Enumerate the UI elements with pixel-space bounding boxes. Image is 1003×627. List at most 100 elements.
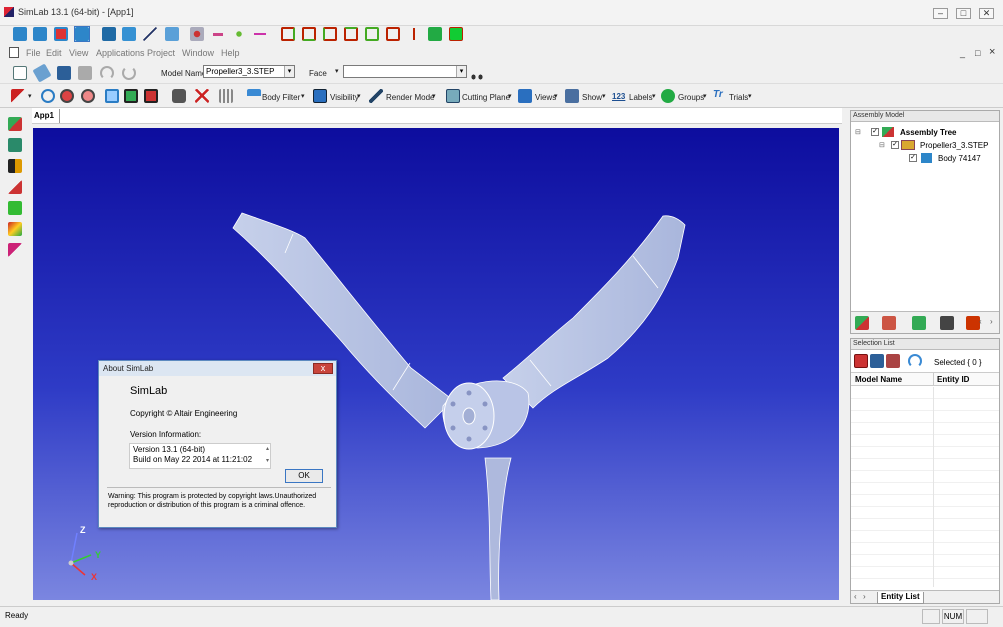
properties-tab-icon[interactable] [881,315,897,331]
settings-tab-icon[interactable] [939,315,955,331]
groups-button[interactable]: Groups [678,93,704,102]
assembly-tab-icon[interactable] [854,315,870,331]
undo-icon[interactable] [99,65,115,81]
tree-checkbox[interactable]: ✓ [891,141,899,149]
solid-select-icon[interactable] [164,26,180,42]
open-file-icon[interactable] [32,63,52,83]
menu-help[interactable]: Help [221,48,240,58]
mdi-close-button[interactable]: × [989,46,995,58]
scroll-left-icon[interactable]: ‹ [854,592,857,601]
filter-2-icon[interactable] [301,26,317,42]
rotate-icon[interactable] [40,88,56,104]
zoom-area-icon[interactable] [80,88,96,104]
tree-item-assembly[interactable]: Assembly Tree [900,128,956,137]
body-select-icon[interactable] [12,26,28,42]
face-type-dropdown[interactable]: ▾ [335,67,339,75]
tree-item-body[interactable]: Body 74147 [938,154,981,163]
model-name-combo[interactable]: Propeller3_3.STEP ▾ [203,65,295,78]
tree-checkbox[interactable]: ✓ [909,154,917,162]
mdi-minimize-button[interactable]: _ [960,48,965,58]
restore-button[interactable]: □ [956,8,971,19]
delete-selection-icon[interactable] [853,353,869,369]
views-icon[interactable] [517,88,533,104]
minimize-button[interactable]: – [933,8,948,19]
face-select-icon[interactable] [32,26,48,42]
zoom-icon[interactable] [59,88,75,104]
scroll-right-icon[interactable]: › [863,592,866,601]
select-arrow-icon[interactable] [10,88,26,104]
edge-select-icon[interactable] [53,26,69,42]
fit-view-icon[interactable] [104,88,120,104]
body-filter-button[interactable]: Body Filter [262,93,300,102]
groups-icon[interactable] [660,88,676,104]
mountain-icon[interactable] [7,179,23,195]
green-body-2-icon[interactable] [448,26,464,42]
column-entity-id[interactable]: Entity ID [937,375,969,384]
building-icon[interactable] [7,158,23,174]
tree-item-part[interactable]: Propeller3_3.STEP [920,141,988,150]
save-icon[interactable] [56,65,72,81]
scroll-right-icon[interactable]: › [990,317,993,326]
export-selection-icon[interactable] [885,353,901,369]
filter-icon[interactable] [246,88,262,104]
connect-select-icon[interactable] [210,26,226,42]
cutting-plane-icon[interactable] [445,88,461,104]
menu-edit[interactable]: Edit [46,48,62,58]
chart-icon[interactable] [218,88,234,104]
tree-checkbox[interactable]: ✓ [871,128,879,136]
monitor-icon[interactable] [312,88,328,104]
redo-icon[interactable] [121,65,137,81]
show-icon[interactable] [564,88,580,104]
labels-button[interactable]: Labels [629,93,653,102]
pointer-icon[interactable] [7,242,23,258]
about-close-button[interactable]: x [313,363,333,374]
results-tab-icon[interactable] [911,315,927,331]
menu-view[interactable]: View [69,48,88,58]
filter-7-icon[interactable] [406,26,422,42]
filter-4-icon[interactable] [343,26,359,42]
camera-icon[interactable] [171,88,187,104]
trials-icon[interactable]: Tr [712,88,728,104]
scroll-left-icon[interactable]: ‹ [979,317,982,326]
save-selection-icon[interactable] [869,353,885,369]
menu-file[interactable]: File [26,48,41,58]
tree-collapse-icon[interactable]: ⊟ [879,141,885,149]
column-model-name[interactable]: Model Name [855,375,902,384]
refresh-selection-icon[interactable] [907,353,923,369]
line-select-icon[interactable] [142,26,158,42]
render-mode-button[interactable]: Render Mode [386,93,434,102]
scroll-up-icon[interactable]: ▴ [266,444,269,454]
select-dropdown[interactable]: ▾ [28,92,32,100]
green-body-1-icon[interactable] [427,26,443,42]
mesh-tools-icon[interactable] [7,137,23,153]
new-file-icon[interactable] [12,65,28,81]
ok-button[interactable]: OK [285,469,323,483]
element-select-icon[interactable] [101,26,117,42]
tab-entity-list[interactable]: Entity List [877,592,924,604]
fit-selected-icon[interactable] [123,88,139,104]
close-button[interactable]: ✕ [979,8,994,19]
tab-app1[interactable]: App1 [34,111,54,120]
binoculars-icon[interactable] [469,66,485,84]
scroll-down-icon[interactable]: ▾ [266,456,269,466]
menu-project[interactable]: Project [147,48,175,58]
menu-applications[interactable]: Applications [96,48,145,58]
car-icon[interactable] [7,200,23,216]
clear-icon[interactable] [194,88,210,104]
node-select-icon[interactable] [189,26,205,42]
selection-table-body[interactable] [851,387,999,587]
tree-collapse-icon[interactable]: ⊟ [855,128,861,136]
face-combo[interactable]: ▾ [343,65,467,78]
brush-icon[interactable] [368,88,384,104]
mdi-restore-button[interactable]: □ [975,48,980,58]
version-info-box[interactable]: Version 13.1 (64-bit) Build on May 22 20… [129,443,271,469]
filter-3-icon[interactable] [322,26,338,42]
save-as-icon[interactable] [77,65,93,81]
filter-1-icon[interactable] [280,26,296,42]
show-button[interactable]: Show [582,93,602,102]
trials-button[interactable]: Trials [729,93,748,102]
filter-5-icon[interactable] [364,26,380,42]
contour-icon[interactable] [7,221,23,237]
menu-window[interactable]: Window [182,48,214,58]
visibility-button[interactable]: Visibility [330,93,359,102]
